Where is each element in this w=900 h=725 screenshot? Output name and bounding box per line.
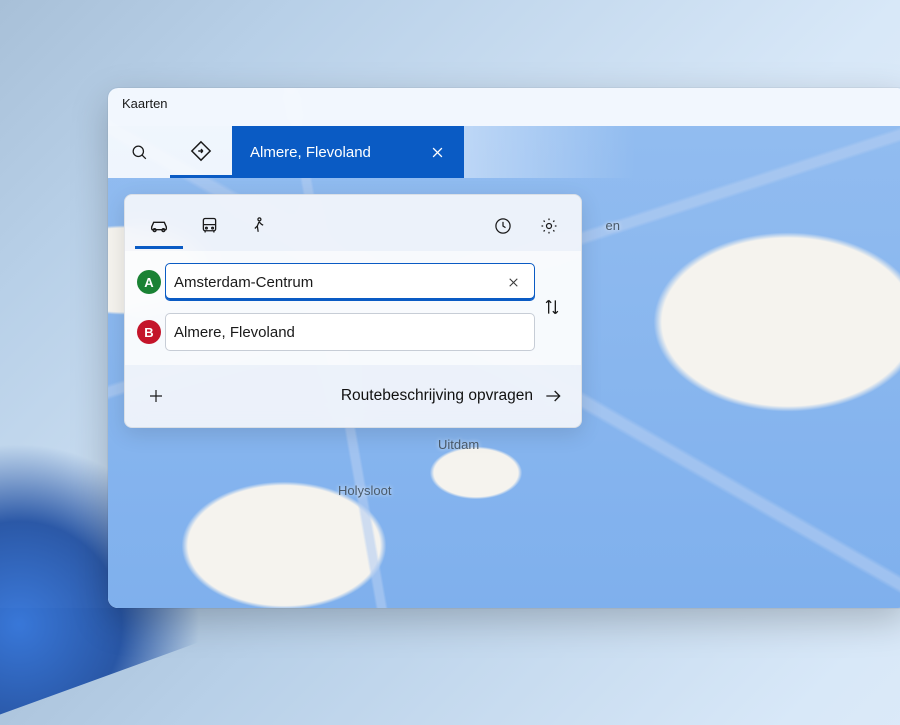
leave-time-button[interactable] [481,205,525,249]
arrow-right-icon [543,386,563,406]
close-tab-button[interactable] [420,135,454,169]
clear-origin-button[interactable] [500,269,526,295]
get-directions-button[interactable]: Routebeschrijving opvragen [337,380,567,412]
map-label-uitdam: Uitdam [438,437,479,452]
waypoint-badge-b: B [137,320,161,344]
map-label-east: en [606,218,620,233]
route-options-button[interactable] [527,205,571,249]
mode-drive-button[interactable] [135,205,183,249]
transport-mode-row [125,195,581,251]
plus-icon [147,387,165,405]
gear-icon [539,216,559,236]
close-icon [430,145,445,160]
destination-input[interactable] [174,324,526,341]
search-icon [130,143,149,162]
walk-icon [249,216,269,236]
origin-field-wrapper [165,263,535,301]
map-label-holysloot: Holysloot [338,483,391,498]
car-icon [148,215,170,237]
close-icon [507,276,520,289]
location-tab[interactable]: Almere, Flevoland [232,126,464,178]
swap-waypoints-button[interactable] [537,292,567,322]
header-row: Almere, Flevoland [108,126,900,178]
mode-walk-button[interactable] [235,205,283,249]
cta-row: Routebeschrijving opvragen [125,365,581,427]
tab-label: Almere, Flevoland [250,144,371,161]
directions-panel: A B [124,194,582,428]
waypoint-badge-a: A [137,270,161,294]
app-window: Holysloot Uitdam en Kaarten Almere, Flev… [108,88,900,608]
clock-icon [493,216,513,236]
directions-button[interactable] [170,126,232,178]
destination-field-wrapper [165,313,535,351]
mode-transit-button[interactable] [185,205,233,249]
search-button[interactable] [108,126,170,178]
cta-label: Routebeschrijving opvragen [341,387,533,405]
titlebar: Kaarten [108,88,900,126]
waypoints-section: A B [125,251,581,365]
origin-input[interactable] [174,274,500,291]
bus-icon [199,215,220,236]
add-waypoint-button[interactable] [139,379,173,413]
swap-icon [542,297,562,317]
directions-icon [190,140,212,162]
app-title: Kaarten [122,96,168,111]
